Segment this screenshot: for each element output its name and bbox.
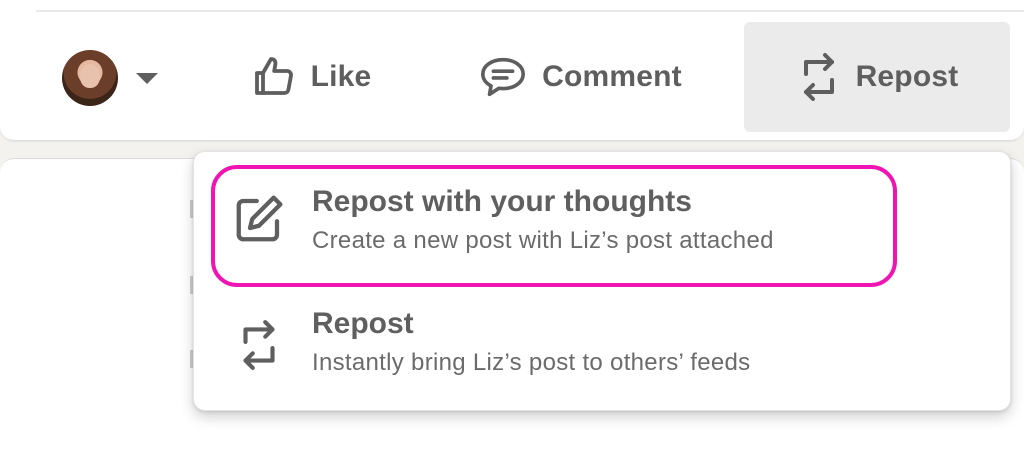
repost-label: Repost xyxy=(855,60,959,93)
repost-icon xyxy=(803,53,834,101)
comment-label: Comment xyxy=(542,60,682,93)
comment-button[interactable]: Comment xyxy=(460,22,700,132)
post-action-bar: Like Comment Repost xyxy=(0,20,1024,132)
menu-item-subtitle: Instantly bring Liz’s post to others’ fe… xyxy=(312,349,751,376)
like-label: Like xyxy=(310,60,372,93)
caret-down-icon xyxy=(136,72,158,84)
comment-icon xyxy=(481,57,526,97)
menu-item-repost-with-thoughts[interactable]: Repost with your thoughts Create a new p… xyxy=(214,166,886,282)
menu-item-title: Repost xyxy=(312,307,414,340)
actor-switcher[interactable] xyxy=(62,50,162,106)
avatar xyxy=(62,50,118,106)
thumbs-up-icon xyxy=(254,57,293,95)
menu-item-subtitle: Create a new post with Liz’s post attach… xyxy=(312,227,774,254)
menu-item-title: Repost with your thoughts xyxy=(312,185,692,218)
edit-icon xyxy=(236,195,283,242)
menu-item-repost[interactable]: Repost Instantly bring Liz’s post to oth… xyxy=(214,292,886,392)
repost-icon xyxy=(243,320,275,370)
divider xyxy=(36,10,1024,12)
like-button[interactable]: Like xyxy=(230,22,390,132)
repost-dropdown-menu: Repost with your thoughts Create a new p… xyxy=(193,151,1011,411)
repost-button[interactable]: Repost xyxy=(744,22,1010,132)
